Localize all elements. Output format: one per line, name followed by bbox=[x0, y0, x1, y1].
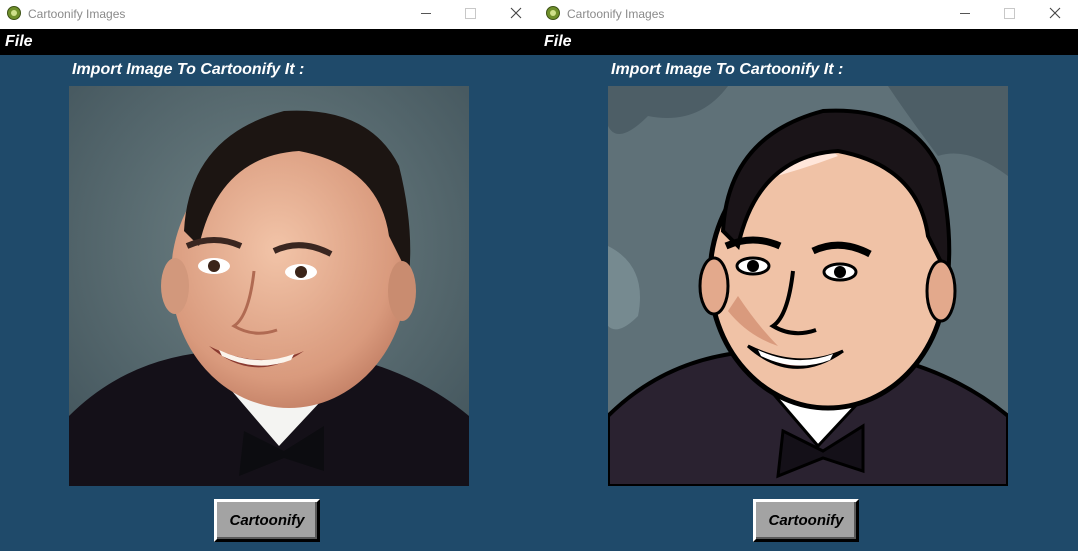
cartoonify-button[interactable]: Cartoonify bbox=[753, 499, 859, 542]
window-title: Cartoonify Images bbox=[28, 7, 126, 21]
title-bar[interactable]: Cartoonify Images bbox=[0, 0, 539, 29]
import-heading: Import Image To Cartoonify It : bbox=[72, 61, 305, 78]
original-portrait-image bbox=[69, 86, 469, 486]
app-icon bbox=[7, 6, 21, 20]
maximize-icon[interactable] bbox=[448, 0, 492, 29]
menu-bar: File bbox=[0, 29, 539, 55]
import-heading: Import Image To Cartoonify It : bbox=[611, 61, 844, 78]
cartoon-portrait-image bbox=[608, 86, 1008, 486]
menu-file[interactable]: File bbox=[5, 33, 33, 51]
app-icon bbox=[546, 6, 560, 20]
window-title: Cartoonify Images bbox=[567, 7, 665, 21]
close-icon[interactable] bbox=[494, 0, 538, 29]
menu-file[interactable]: File bbox=[544, 33, 572, 51]
maximize-icon[interactable] bbox=[987, 0, 1031, 29]
minimize-icon[interactable] bbox=[943, 0, 987, 29]
title-bar[interactable]: Cartoonify Images bbox=[539, 0, 1078, 29]
minimize-icon[interactable] bbox=[404, 0, 448, 29]
cartoonify-button[interactable]: Cartoonify bbox=[214, 499, 320, 542]
app-window-cartoon: Cartoonify Images File Import Image To C… bbox=[539, 0, 1078, 551]
menu-bar: File bbox=[539, 29, 1078, 55]
app-window-original: Cartoonify Images File Import Image To C… bbox=[0, 0, 539, 551]
close-icon[interactable] bbox=[1033, 0, 1077, 29]
